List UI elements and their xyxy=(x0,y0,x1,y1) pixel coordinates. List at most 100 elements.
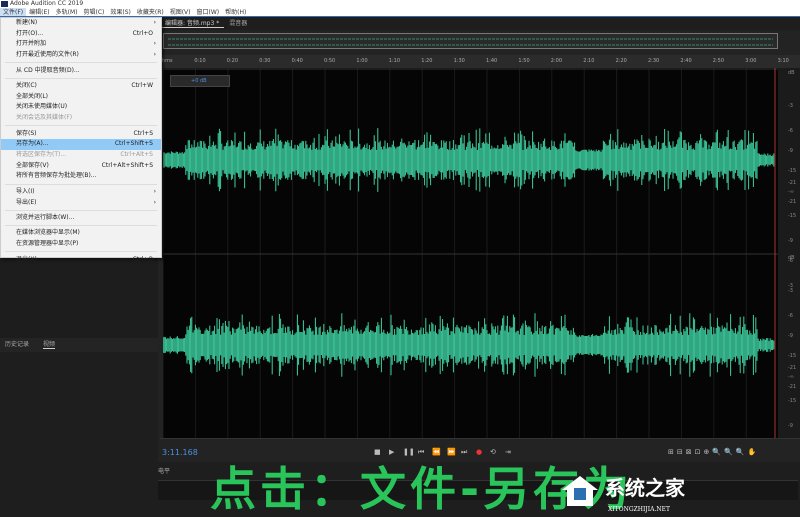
left-panel-body xyxy=(0,352,158,517)
file-menu-item[interactable]: 从 CD 中提取音频(D)... xyxy=(1,66,161,77)
window-title: Adobe Audition CC 2019 xyxy=(10,0,84,7)
ruler-tick-label: 2:30 xyxy=(648,58,660,64)
play-button[interactable]: ▶ xyxy=(389,448,394,456)
menu-0[interactable]: 文件(F) xyxy=(0,8,27,16)
menu-item-label: 新建(N) xyxy=(16,19,38,26)
db-tick-label: dB xyxy=(788,255,795,261)
db-tick-label: -15 xyxy=(788,353,797,359)
menu-item-label: 浏览并运行脚本(W)... xyxy=(16,213,75,221)
ruler-tick-label: 1:20 xyxy=(421,58,433,64)
ruler-tick-label: 0:50 xyxy=(324,58,336,64)
ruler-tick-label: 1:00 xyxy=(356,58,368,64)
db-tick-label: -∞ xyxy=(788,374,794,380)
current-time: 3:11.168 xyxy=(162,448,198,457)
fast-forward-button[interactable]: ⏩ xyxy=(447,448,456,456)
record-button[interactable]: ● xyxy=(476,448,482,456)
go-to-end-button[interactable]: ⏭ xyxy=(461,448,467,457)
db-tick-label: -21 xyxy=(788,199,797,205)
file-menu-item[interactable]: 全部保存(V) Ctrl+Alt+Shift+S xyxy=(1,161,161,172)
levels-title: 电平 xyxy=(158,468,171,475)
waveform-overview[interactable] xyxy=(163,33,778,49)
menu-item-label: 退出(X) xyxy=(16,255,37,263)
db-tick-label: -21 xyxy=(788,365,797,371)
menu-item-label: 在资源管理器中显示(P) xyxy=(16,240,79,248)
file-menu-item[interactable]: 在媒体浏览器中显示(M) xyxy=(1,228,161,239)
file-menu-item[interactable]: 关闭(C) Ctrl+W xyxy=(1,81,161,92)
waveform-display[interactable] xyxy=(162,68,778,438)
menu-4[interactable]: 效果(S) xyxy=(107,8,134,16)
file-menu-item[interactable]: 全部关闭(L) xyxy=(1,92,161,103)
menu-item-shortcut: Ctrl+Alt+S xyxy=(120,150,153,158)
ruler-tick-label: 0:10 xyxy=(194,58,206,64)
time-ruler[interactable]: hms 0:10 0:20 0:30 0:40 0:50 1:00 1:10 1:20 1:30 1… xyxy=(160,55,800,68)
file-menu-item[interactable]: 退出(X) Ctrl+Q xyxy=(1,255,161,266)
db-tick-label: -∞ xyxy=(788,189,794,195)
tab-mixer[interactable]: 混音器 xyxy=(224,20,252,27)
tab-history[interactable]: 历史记录 xyxy=(5,341,29,348)
submenu-arrow-icon: › xyxy=(153,187,156,195)
watermark-url: XITONGZHIJIA.NET xyxy=(608,506,671,513)
menu-item-label: 全部关闭(L) xyxy=(16,92,49,100)
file-menu-item[interactable]: 新建(N) › xyxy=(1,18,161,29)
left-panel-tabs: 历史记录 视频 xyxy=(0,338,158,352)
menu-7[interactable]: 窗口(W) xyxy=(194,8,223,16)
tab-editor[interactable]: 编辑器: 音频.mp3 * xyxy=(160,20,225,28)
ruler-tick-label: 2:00 xyxy=(550,58,563,64)
watermark-name: 系统之家 xyxy=(605,476,685,500)
ruler-tick-label: hms xyxy=(162,58,173,64)
tab-video[interactable]: 视频 xyxy=(43,341,56,349)
db-tick-label: -3 xyxy=(788,288,793,294)
file-menu-item[interactable]: 打开(O)... Ctrl+O xyxy=(1,29,161,40)
file-menu-item[interactable]: 打开最近使用的文件(R) › xyxy=(1,50,161,61)
menu-item-label: 打开(O)... xyxy=(16,29,44,37)
rewind-button[interactable]: ⏪ xyxy=(432,448,441,456)
menu-item-label: 关闭(C) xyxy=(16,82,37,90)
ruler-tick-label: 3:10 xyxy=(777,58,789,64)
ruler-tick-label: 0:20 xyxy=(226,58,239,64)
file-menu-item[interactable]: 保存(S) Ctrl+S xyxy=(1,129,161,140)
ruler-tick-label: 2:10 xyxy=(583,58,595,64)
file-menu-item[interactable]: 将所有音频保存为批处理(B)... xyxy=(1,171,161,182)
file-menu-item[interactable]: 在资源管理器中显示(P) xyxy=(1,239,161,250)
menu-3[interactable]: 剪辑(C) xyxy=(80,8,107,16)
file-menu-item[interactable]: 另存为(A)... Ctrl+Shift+S xyxy=(1,139,161,150)
db-tick-label: -9 xyxy=(788,238,793,244)
db-tick-label: dB xyxy=(788,70,795,76)
db-tick-label: -15 xyxy=(788,213,797,219)
file-menu-item[interactable]: 关闭未使用媒体(U) xyxy=(1,102,161,113)
menu-5[interactable]: 收藏夹(R) xyxy=(134,8,167,16)
volume-hud[interactable]: +0 dB xyxy=(170,75,230,87)
go-to-start-button[interactable]: ⏮ xyxy=(418,448,424,457)
menu-item-label: 关闭会话及其媒体(F) xyxy=(16,114,73,122)
ruler-tick-label: 1:10 xyxy=(388,58,401,64)
submenu-arrow-icon: › xyxy=(153,19,156,26)
loop-button[interactable]: ⟲ xyxy=(490,448,496,456)
menu-8[interactable]: 帮助(H) xyxy=(222,8,249,16)
zoom-tools[interactable]: ⊞⊟⊠⊡⊕🔍🔍🔍✋ xyxy=(668,448,759,456)
ruler-tick-label: 1:40 xyxy=(486,58,498,64)
menu-item-label: 另存为(A)... xyxy=(16,140,49,148)
menu-item-shortcut: Ctrl+S xyxy=(133,129,153,137)
menu-item-label: 从 CD 中提取音频(D)... xyxy=(16,66,80,74)
menu-item-label: 导入(I) xyxy=(16,187,35,195)
menu-item-shortcut: Ctrl+Alt+Shift+S xyxy=(101,161,153,169)
menu-2[interactable]: 多轨(M) xyxy=(53,8,81,16)
menu-item-label: 全部保存(V) xyxy=(16,161,49,169)
file-menu-item: 关闭会话及其媒体(F) xyxy=(1,113,161,124)
skip-button[interactable]: ⇥ xyxy=(505,448,511,456)
file-menu-item[interactable]: 导入(I) › xyxy=(1,187,161,198)
ruler-tick-label: 2:50 xyxy=(712,58,725,64)
file-menu-item[interactable]: 浏览并运行脚本(W)... xyxy=(1,213,161,224)
db-tick-label: -6 xyxy=(788,313,793,319)
menu-item-label: 导出(E) xyxy=(16,198,37,206)
file-menu-item[interactable]: 导出(E) › xyxy=(1,198,161,209)
pause-button[interactable]: ❚❚ xyxy=(403,448,415,456)
stop-button[interactable]: ■ xyxy=(374,448,381,456)
menu-1[interactable]: 编辑(E) xyxy=(26,8,52,16)
menu-6[interactable]: 视图(V) xyxy=(167,8,194,16)
ruler-tick-label: 3:00 xyxy=(745,58,757,64)
file-menu-item[interactable]: 打开并附加 › xyxy=(1,39,161,50)
file-menu-dropdown: 新建(N) › 打开(O)... Ctrl+O 打开并附加 › 打开最近使用的文件(R) › 从… xyxy=(0,17,162,263)
menu-item-label: 在媒体浏览器中显示(M) xyxy=(16,229,80,237)
volume-value: +0 dB xyxy=(191,78,207,84)
